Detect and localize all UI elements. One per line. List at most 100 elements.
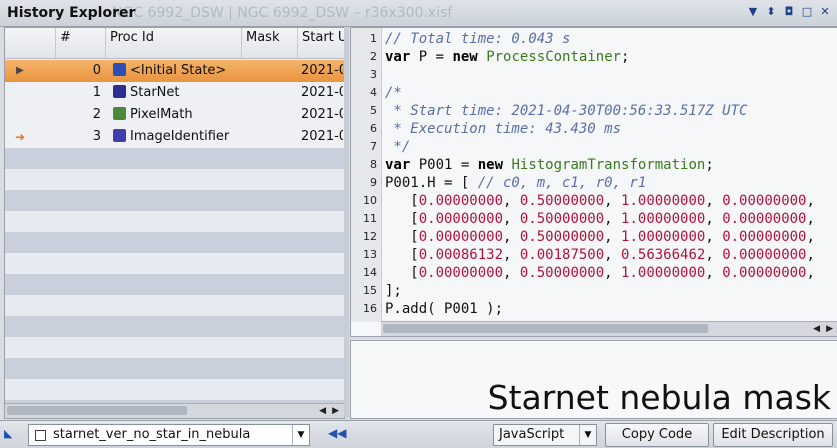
code-text: P001.H = [ // c0, m, c1, r0, r1 (385, 174, 646, 192)
history-table: # Proc Id Mask Start U ▶ 0 <Initial State>… (4, 27, 345, 419)
code-text: [0.00086132, 0.00187500, 0.56366462, 0.0… (385, 246, 815, 264)
project-select[interactable]: starnet_ver_no_star_in_nebula ▼ (28, 424, 310, 446)
checkbox-icon (35, 430, 46, 441)
code-token: 0.50000000 (519, 265, 605, 281)
video-caption: Starnet nebula mask (487, 378, 831, 417)
process-icon (113, 107, 126, 120)
code-text: [0.00000000, 0.50000000, 1.00000000, 0.0… (385, 210, 815, 228)
code-token: , (806, 211, 815, 227)
line-number: 1 (370, 32, 377, 45)
scroll-right-icon[interactable]: ▶ (826, 322, 833, 336)
code-token: , (503, 265, 520, 281)
code-token: ; (621, 49, 630, 65)
code-token: ProcessContainer (486, 49, 622, 65)
code-line: 9 P001.H = [ // c0, m, c1, r0, r1 (351, 174, 837, 192)
table-horizontal-scrollbar[interactable]: ◀ ▶ (5, 403, 344, 418)
code-token: [ (385, 229, 419, 245)
code-token: * Start time: 2021-04-30T00:56:33.517Z U… (385, 103, 748, 119)
code-text: [0.00000000, 0.50000000, 1.00000000, 0.0… (385, 264, 815, 282)
code-token: // c0, m, c1, r0, r1 (477, 175, 647, 191)
code-token: , (705, 229, 723, 245)
row-start-time: 2021-0 (301, 107, 343, 122)
process-icon (113, 63, 126, 76)
float-icon[interactable]: ◘ (783, 5, 795, 19)
code-token: 0.00000000 (722, 265, 807, 281)
column-header-mask[interactable]: Mask (241, 28, 298, 58)
column-header-proc-id[interactable]: Proc Id (105, 28, 242, 58)
code-token: 0.00000000 (418, 211, 504, 227)
table-row[interactable]: ▶ 0 <Initial State> 2021-0 (5, 60, 344, 82)
code-token: 0.50000000 (519, 211, 605, 227)
close-icon[interactable]: ✕ (819, 5, 831, 19)
code-token: , (806, 265, 815, 281)
copy-code-button[interactable]: Copy Code (605, 423, 709, 447)
code-text: // Total time: 0.043 s (385, 30, 570, 48)
code-token: , (503, 229, 520, 245)
table-row[interactable]: 1 StarNet 2021-0 (5, 82, 344, 104)
code-token: 0.00187500 (519, 247, 605, 263)
row-proc-id: ImageIdentifier (113, 126, 241, 148)
code-token: ; (705, 157, 714, 173)
table-row[interactable]: ➜ 3 ImageIdentifier 2021-0 (5, 126, 344, 148)
code-token: 0.50000000 (519, 229, 605, 245)
current-row-icon: ▶ (16, 65, 24, 76)
code-token: 0.00000000 (722, 193, 807, 209)
panel-splitter[interactable] (344, 27, 349, 417)
language-select[interactable]: JavaScript ▼ (493, 424, 597, 446)
code-token: 0.56366462 (621, 247, 706, 263)
code-line: 11 [0.00000000, 0.50000000, 1.00000000, … (351, 210, 837, 228)
pin-icon[interactable]: ⬍ (765, 5, 777, 19)
code-line: 14 [0.00000000, 0.50000000, 1.00000000, … (351, 264, 837, 282)
row-proc-id-text: <Initial State> (130, 63, 227, 78)
code-editor[interactable]: 1 // Total time: 0.043 s 2 var P = new Proc… (350, 27, 837, 337)
code-token: , (705, 265, 723, 281)
code-token: P001 = (410, 157, 478, 173)
double-arrow-left-icon[interactable]: ◀◀ (328, 426, 346, 440)
row-proc-id: StarNet (113, 82, 241, 104)
window-controls: ▼ ⬍ ◘ □ ✕ (747, 5, 831, 19)
line-number: 7 (370, 140, 377, 153)
table-row[interactable]: 2 PixelMath 2021-0 (5, 104, 344, 126)
code-line: 2 var P = new ProcessContainer; (351, 48, 837, 66)
code-text: /* (385, 84, 402, 102)
corner-resize-icon[interactable]: ◣ (4, 427, 16, 440)
maximize-icon[interactable]: □ (801, 5, 813, 19)
code-text: [0.00000000, 0.50000000, 1.00000000, 0.0… (385, 192, 815, 210)
table-background (5, 148, 344, 404)
scroll-left-icon[interactable]: ◀ (813, 322, 820, 336)
code-horizontal-scrollbar[interactable]: ◀ ▶ (381, 321, 837, 336)
line-number: 2 (370, 50, 377, 63)
line-number: 8 (370, 158, 377, 171)
row-proc-id-text: ImageIdentifier (130, 129, 230, 144)
row-start-time: 2021-0 (301, 85, 343, 100)
code-token: 0.00000000 (418, 193, 504, 209)
column-header-start[interactable]: Start U (297, 28, 344, 58)
edit-description-button[interactable]: Edit Description (713, 423, 833, 447)
chevron-down-icon[interactable]: ▼ (579, 425, 596, 445)
line-number: 3 (370, 68, 377, 81)
code-token: P = (410, 49, 453, 65)
code-token: 1.00000000 (621, 229, 706, 245)
code-token: , (604, 193, 622, 209)
code-token: , (705, 247, 723, 263)
scroll-left-icon[interactable]: ◀ (319, 404, 326, 418)
code-line: 6 * Execution time: 43.430 ms (351, 120, 837, 138)
code-token: new (452, 49, 478, 65)
scrollbar-thumb[interactable] (383, 324, 708, 333)
code-token: , (705, 211, 723, 227)
bottom-toolbar: ◣ starnet_ver_no_star_in_nebula ▼ ◀◀ Jav… (0, 420, 837, 448)
code-line: 7 */ (351, 138, 837, 156)
code-text: * Execution time: 43.430 ms (385, 120, 621, 138)
code-token: 0.00000000 (418, 265, 504, 281)
scroll-right-icon[interactable]: ▶ (332, 404, 339, 418)
menu-arrow-icon[interactable]: ▼ (747, 5, 759, 19)
line-number: 15 (363, 284, 377, 297)
code-token: [ (385, 247, 419, 263)
code-token: , (503, 193, 520, 209)
chevron-down-icon[interactable]: ▼ (292, 425, 309, 445)
code-token: [ (385, 211, 419, 227)
scrollbar-thumb[interactable] (7, 406, 187, 415)
column-header-number[interactable]: # (55, 28, 106, 58)
code-line: 3 (351, 66, 837, 84)
